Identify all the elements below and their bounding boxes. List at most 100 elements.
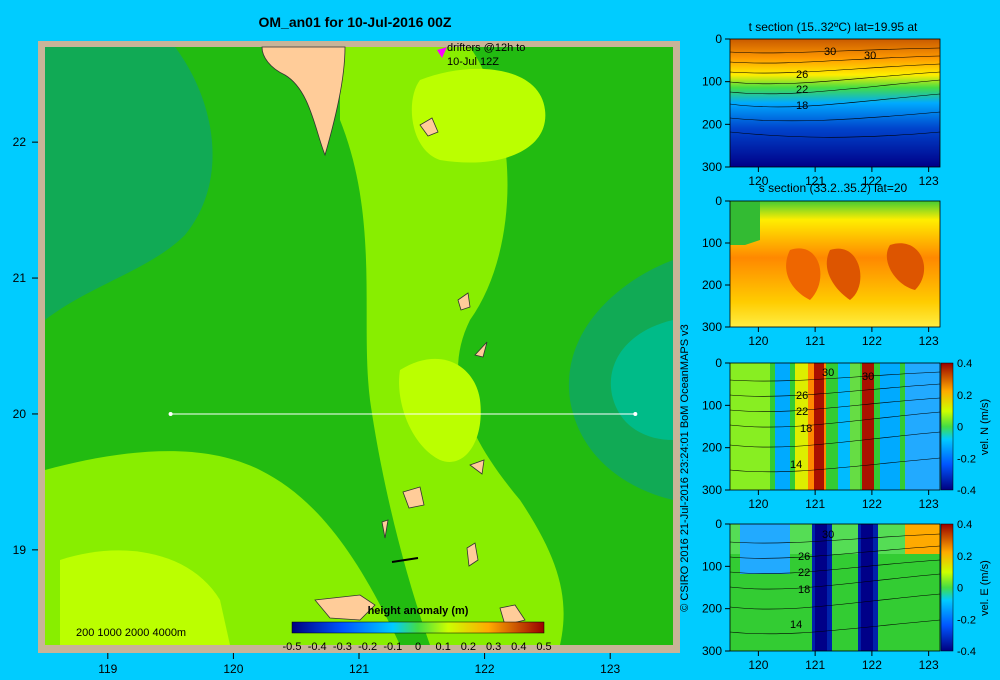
height-colorbar-tick-10: 0.5 (536, 641, 551, 653)
map-x-tick-label-4: 123 (600, 662, 620, 676)
vn-contour-label-6: 14 (790, 459, 802, 471)
drifter-note-line1: drifters @12h to (447, 42, 525, 54)
t-contour-label-2: 30 (864, 50, 876, 62)
map-y-tick-label-1: 21 (13, 271, 27, 285)
ve-colorbar-tick-3: -0.2 (957, 614, 976, 626)
vn-colorbar-tick-2: 0 (957, 422, 963, 434)
map-y-tick-label-3: 19 (13, 543, 27, 557)
vn-y-tick-label-2: 200 (702, 441, 722, 455)
map-y-ticks: 22 21 20 19 (13, 135, 38, 557)
vn-contour-label-4: 22 (796, 406, 808, 418)
t-contour-label-5: 18 (796, 100, 808, 112)
height-colorbar-ticks: -0.5 -0.4 -0.3 -0.2 -0.1 0 0.1 0.2 0.3 0.4 0.5 (283, 641, 552, 653)
map-x-tick-label-3: 122 (475, 662, 495, 676)
t-contour-label-3: 26 (796, 69, 808, 81)
vn-contour-label-5: 18 (800, 423, 812, 435)
t-y-tick-label-3: 300 (702, 160, 722, 174)
vn-colorbar-tick-0: 0.4 (957, 358, 972, 370)
height-colorbar-label: height anomaly (m) (368, 605, 469, 617)
ve-contour-label-5: 14 (790, 619, 802, 631)
map-panel (38, 41, 680, 653)
height-colorbar-tick-4: -0.1 (383, 641, 402, 653)
ve-y-tick-label-3: 300 (702, 644, 722, 658)
t-x-tick-label-1: 121 (805, 174, 825, 188)
vn-section-panel: 30 30 26 22 18 14 (729, 363, 941, 490)
height-colorbar-tick-1: -0.4 (308, 641, 327, 653)
section-start-point (168, 411, 173, 416)
height-colorbar-tick-2: -0.3 (333, 641, 352, 653)
vn-y-tick-label-0: 0 (715, 356, 722, 370)
s-y-tick-label-0: 0 (715, 194, 722, 208)
ve-contour-label-2: 26 (798, 551, 810, 563)
ve-y-tick-label-1: 100 (702, 559, 722, 573)
map-title: OM_an01 for 10-Jul-2016 00Z (259, 14, 452, 30)
vn-colorbar-ticks: 0.4 0.2 0 -0.2 -0.4 (957, 358, 976, 497)
map-x-tick-label-0: 119 (98, 662, 117, 676)
height-colorbar-tick-5: 0 (415, 641, 421, 653)
vn-x-tick-label-3: 123 (919, 497, 939, 511)
ve-colorbar-tick-0: 0.4 (957, 519, 972, 531)
ve-x-tick-label-0: 120 (748, 658, 768, 672)
ve-contour-label-3: 22 (798, 567, 810, 579)
map-x-tick-label-1: 120 (223, 662, 243, 676)
vn-x-tick-label-2: 122 (862, 497, 882, 511)
s-x-tick-label-1: 121 (805, 334, 825, 348)
vn-contour-label-3: 26 (796, 390, 808, 402)
vn-colorbar-tick-3: -0.2 (957, 453, 976, 465)
map-x-ticks: 119 120 121 122 123 (98, 653, 621, 676)
vn-x-tick-label-1: 121 (805, 497, 825, 511)
vn-colorbar: 0.4 0.2 0 -0.2 -0.4 vel. N (m/s) (940, 358, 991, 497)
ve-x-tick-label-1: 121 (805, 658, 825, 672)
vn-y-tick-label-1: 100 (702, 398, 722, 412)
t-y-tick-label-1: 100 (702, 75, 722, 89)
t-x-tick-label-0: 120 (748, 174, 768, 188)
vn-colorbar-label: vel. N (m/s) (979, 399, 991, 455)
t-x-tick-label-3: 123 (919, 174, 939, 188)
drifter-note-line2: 10-Jul 12Z (447, 56, 499, 68)
section-end-point (633, 411, 638, 416)
s-y-tick-label-3: 300 (702, 320, 722, 334)
credit-text: © CSIRO 2016 21-Jul-2016 23:24:01 BoM Oc… (679, 324, 691, 612)
t-x-tick-label-2: 122 (862, 174, 882, 188)
vn-colorbar-tick-1: 0.2 (957, 390, 972, 402)
vn-contour-label-2: 30 (862, 371, 874, 383)
t-y-tick-label-0: 0 (715, 32, 722, 46)
s-section-panel (730, 201, 940, 327)
s-x-tick-label-2: 122 (862, 334, 882, 348)
map-y-tick-label-2: 20 (13, 407, 27, 421)
t-contour-label-4: 22 (796, 84, 808, 96)
t-section-title: t section (15..32ºC) lat=19.95 at (749, 20, 918, 34)
ve-colorbar-ticks: 0.4 0.2 0 -0.2 -0.4 (957, 519, 976, 658)
ve-x-tick-label-2: 122 (862, 658, 882, 672)
height-colorbar-tick-0: -0.5 (283, 641, 302, 653)
height-colorbar-tick-7: 0.2 (461, 641, 476, 653)
t-section-panel: 30 30 26 22 18 (729, 39, 941, 167)
ve-section-panel: 30 26 22 18 14 (729, 524, 941, 651)
ve-y-tick-label-2: 200 (702, 602, 722, 616)
s-x-tick-label-3: 123 (919, 334, 939, 348)
vn-x-tick-label-0: 120 (748, 497, 768, 511)
vn-contour-label-1: 30 (822, 367, 834, 379)
ve-colorbar-label: vel. E (m/s) (979, 560, 991, 616)
map-y-tick-label-0: 22 (13, 135, 27, 149)
ve-y-tick-label-0: 0 (715, 517, 722, 531)
ve-colorbar: 0.4 0.2 0 -0.2 -0.4 vel. E (m/s) (940, 519, 991, 658)
height-colorbar-tick-6: 0.1 (436, 641, 451, 653)
ve-colorbar-tick-4: -0.4 (957, 646, 976, 658)
vn-colorbar-tick-4: -0.4 (957, 485, 976, 497)
s-y-tick-label-2: 200 (702, 278, 722, 292)
t-contour-label-1: 30 (824, 46, 836, 58)
figure: OM_an01 for 10-Jul-2016 00Z 119 120 121 122… (13, 14, 991, 676)
height-colorbar-tick-3: -0.2 (358, 641, 377, 653)
vn-y-tick-label-3: 300 (702, 483, 722, 497)
s-section-title: s section (33.2..35.2) lat=20 (759, 181, 908, 195)
t-y-tick-label-2: 200 (702, 117, 722, 131)
s-y-tick-label-1: 100 (702, 236, 722, 250)
ve-contour-label-4: 18 (798, 584, 810, 596)
ve-colorbar-tick-2: 0 (957, 583, 963, 595)
map-x-tick-label-2: 121 (349, 662, 369, 676)
height-colorbar-tick-9: 0.4 (511, 641, 526, 653)
ve-x-tick-label-3: 123 (919, 658, 939, 672)
depth-scale-label: 200 1000 2000 4000m (76, 627, 186, 639)
height-colorbar-tick-8: 0.3 (486, 641, 501, 653)
